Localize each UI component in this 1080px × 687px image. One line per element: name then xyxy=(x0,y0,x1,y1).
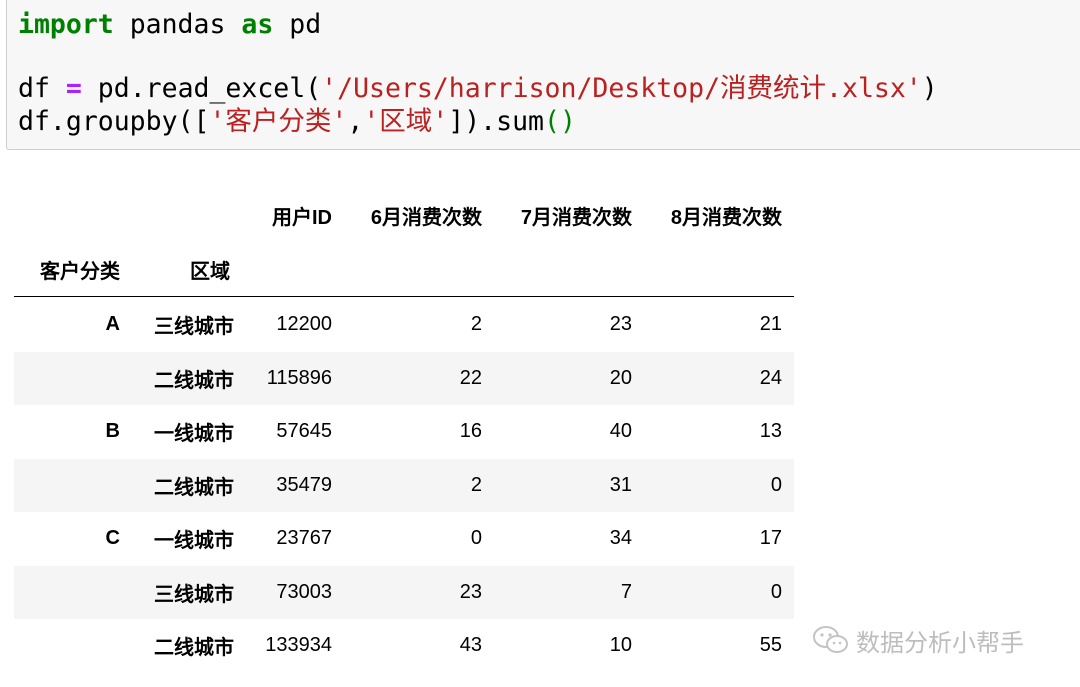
groupby-call: df.groupby([ xyxy=(18,106,210,137)
table-row: 二线城市 115896 22 20 24 xyxy=(14,351,794,406)
index-name-row: 客户分类 区域 xyxy=(14,242,794,297)
cell-m7: 20 xyxy=(609,366,632,389)
cell-m7: 23 xyxy=(609,313,632,336)
col-header-m6: 6月消费次数 xyxy=(370,206,482,229)
col-header-m7: 7月消费次数 xyxy=(520,206,632,229)
cell-m8: 24 xyxy=(759,366,782,389)
comma: , xyxy=(347,106,364,137)
cell-m7: 7 xyxy=(620,580,632,603)
row-region-label: 一线城市 xyxy=(154,423,234,446)
group-key-1: '客户分类' xyxy=(209,106,348,137)
cell-m8: 13 xyxy=(759,420,782,443)
table-row: 二线城市 35479 2 31 0 xyxy=(14,458,794,513)
cell-m6: 2 xyxy=(470,473,482,496)
close-paren: ) xyxy=(921,73,938,104)
cell-uid: 115896 xyxy=(266,366,332,389)
cell-m8: 21 xyxy=(759,313,782,336)
cell-m8: 0 xyxy=(770,580,782,603)
read-excel-call: pd.read_excel( xyxy=(81,73,322,104)
table-row: 三线城市 73003 23 7 0 xyxy=(14,565,794,620)
col-header-m8: 8月消费次数 xyxy=(670,206,782,229)
cell-m7: 34 xyxy=(609,527,632,550)
row-group-label xyxy=(14,619,120,673)
row-group-label: C xyxy=(105,527,120,550)
cell-uid: 23767 xyxy=(276,527,332,550)
code-line-3: df.groupby(['客户分类','区域']).sum() xyxy=(18,106,576,138)
col-header-uid: 用户ID xyxy=(272,206,332,229)
wechat-icon xyxy=(813,626,848,653)
cell-m6: 23 xyxy=(459,580,482,603)
keyword-import: import xyxy=(18,9,114,40)
row-group-label: A xyxy=(105,313,120,336)
cell-m6: 22 xyxy=(459,366,482,389)
row-region-label: 一线城市 xyxy=(154,530,234,553)
column-header-row: 用户ID 6月消费次数 7月消费次数 8月消费次数 xyxy=(14,188,794,242)
cell-uid: 73003 xyxy=(276,580,332,603)
row-region-label: 三线城市 xyxy=(154,583,234,606)
variable-df: df xyxy=(18,73,66,104)
code-line-2: df = pd.read_excel('/Users/harrison/Desk… xyxy=(18,73,938,105)
code-line-1: import pandas as pd xyxy=(18,9,321,41)
cell-m7: 40 xyxy=(609,420,632,443)
row-region-label: 二线城市 xyxy=(154,637,234,660)
cell-uid: 133934 xyxy=(265,634,332,657)
cell-m6: 0 xyxy=(470,527,482,550)
row-group-label: B xyxy=(105,420,120,443)
module-name: pandas xyxy=(113,9,242,40)
cell-m7: 10 xyxy=(609,634,632,657)
row-group-label xyxy=(14,566,120,620)
index-name-level0: 客户分类 xyxy=(40,260,120,283)
sum-call: ]).sum xyxy=(448,106,544,137)
cell-m6: 16 xyxy=(459,420,482,443)
cell-m8: 55 xyxy=(759,634,782,657)
cell-m8: 0 xyxy=(770,473,782,496)
code-cell[interactable]: import pandas as pd df = pd.read_excel('… xyxy=(6,0,1080,150)
assign-operator: = xyxy=(65,73,82,104)
cell-m6: 2 xyxy=(470,313,482,336)
table-row: B 一线城市 57645 16 40 13 xyxy=(14,405,794,459)
keyword-as: as xyxy=(241,9,274,40)
row-region-label: 三线城市 xyxy=(154,316,234,339)
file-path-string: '/Users/harrison/Desktop/消费统计.xlsx' xyxy=(321,73,922,104)
cell-uid: 35479 xyxy=(276,473,332,496)
row-group-label xyxy=(14,459,120,513)
index-name-level1: 区域 xyxy=(190,260,230,283)
cell-m7: 31 xyxy=(609,473,632,496)
group-key-2: '区域' xyxy=(363,106,449,137)
watermark-text: 数据分析小帮手 xyxy=(856,628,1024,657)
sum-parens: () xyxy=(544,106,576,137)
watermark: 数据分析小帮手 xyxy=(812,622,1024,658)
module-alias: pd xyxy=(273,9,322,40)
row-group-label xyxy=(14,352,120,406)
table-row: C 一线城市 23767 0 34 17 xyxy=(14,512,794,566)
cell-uid: 12200 xyxy=(276,313,332,336)
cell-uid: 57645 xyxy=(276,420,332,443)
row-region-label: 二线城市 xyxy=(154,476,234,499)
table-row: 二线城市 133934 43 10 55 xyxy=(14,619,794,673)
cell-m8: 17 xyxy=(759,527,782,550)
row-region-label: 二线城市 xyxy=(154,369,234,392)
table-row: A 三线城市 12200 2 23 21 xyxy=(14,298,794,352)
cell-m6: 43 xyxy=(459,634,482,657)
